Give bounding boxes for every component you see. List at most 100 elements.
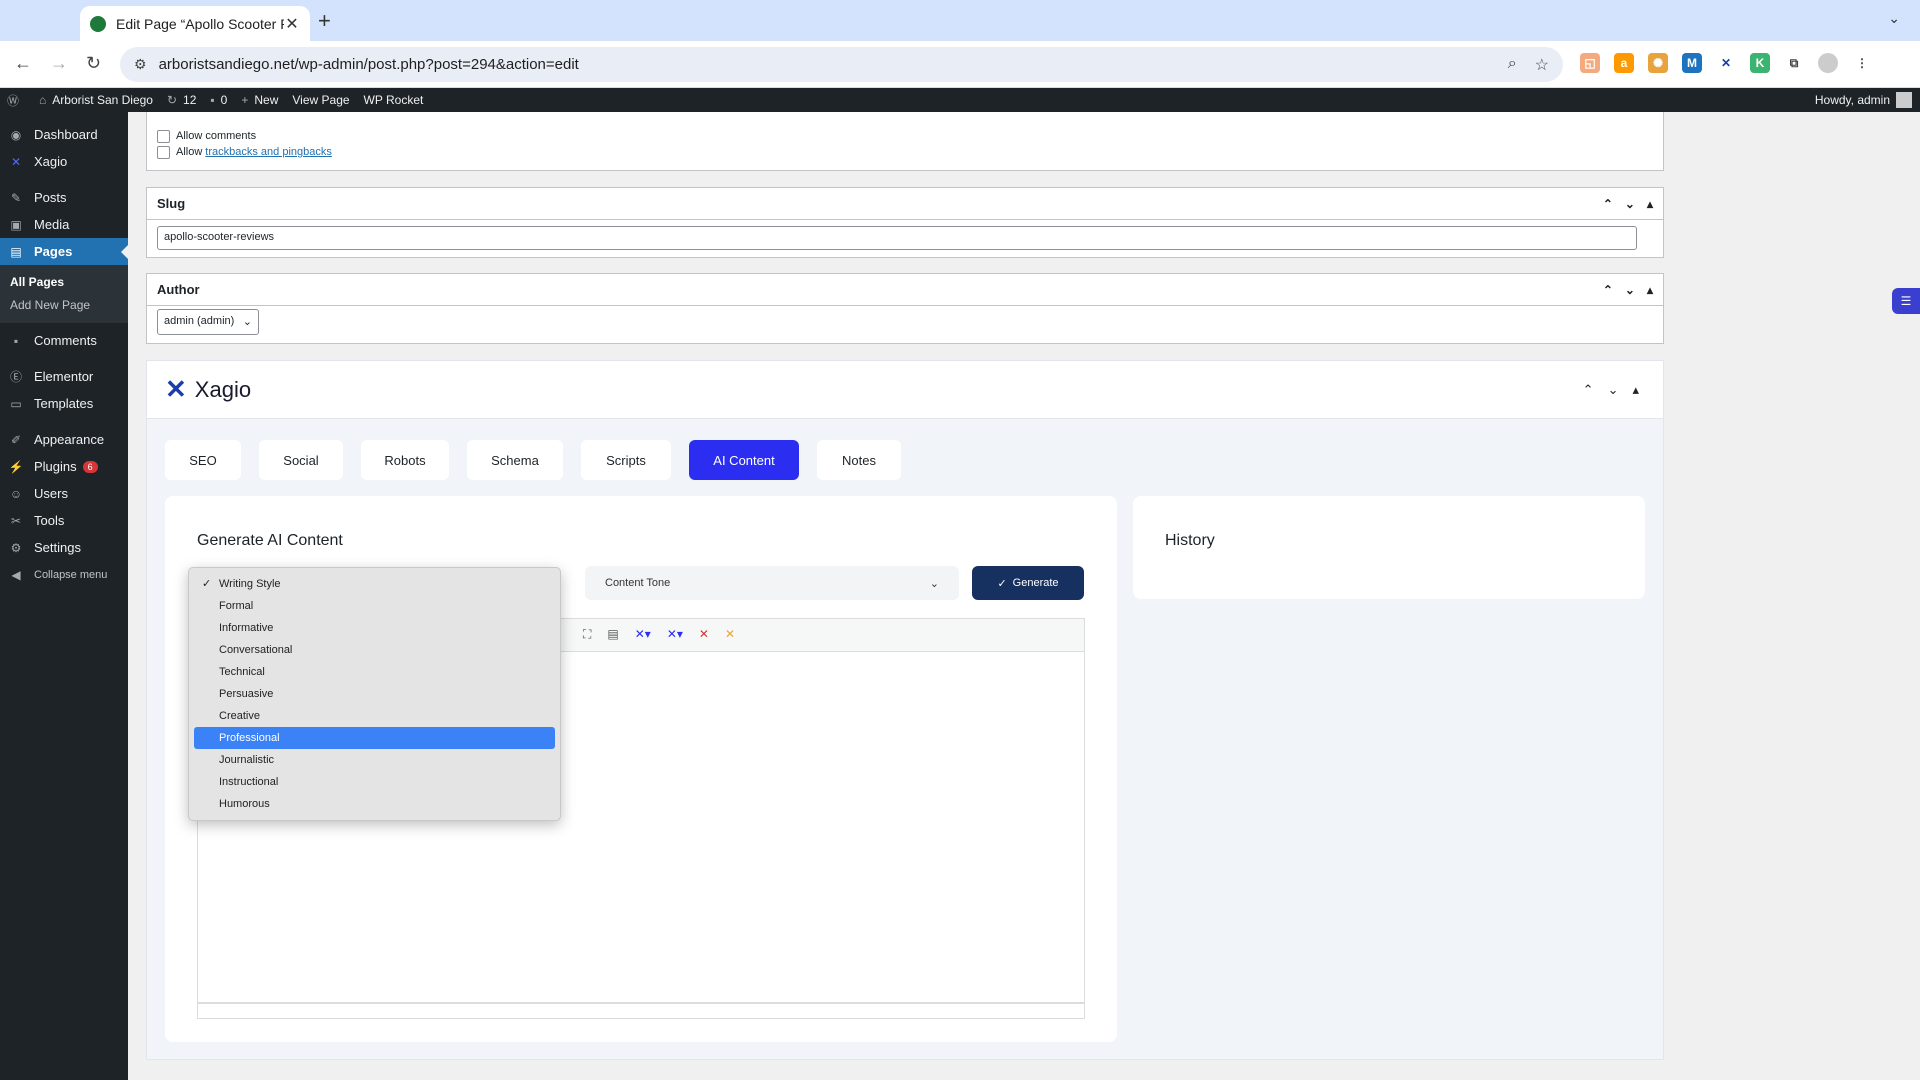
writing-style-option[interactable]: Instructional xyxy=(194,771,555,793)
chat-widget-icon[interactable]: ☰ xyxy=(1892,288,1920,314)
back-icon[interactable]: ← xyxy=(14,53,32,74)
sidebar-item-tools[interactable]: ✂ Tools xyxy=(0,507,128,534)
tab-search-chevron-icon[interactable]: ⌄ xyxy=(1888,10,1900,27)
tab-scripts[interactable]: Scripts xyxy=(581,440,671,480)
tab-social[interactable]: Social xyxy=(259,440,343,480)
extension-k-icon[interactable]: K xyxy=(1750,53,1770,73)
sidebar-item-comments[interactable]: ▪ Comments xyxy=(0,327,128,354)
admin-bar-account[interactable]: Howdy, admin xyxy=(1808,88,1920,112)
reload-icon[interactable]: ↻ xyxy=(86,53,101,74)
address-bar[interactable]: ⚙ arboristsandiego.net/wp-admin/post.php… xyxy=(120,47,1563,82)
move-up-icon[interactable]: ⌃ xyxy=(1603,197,1613,211)
move-down-icon[interactable]: ⌄ xyxy=(1608,382,1619,398)
admin-bar-updates[interactable]: ↻ 12 xyxy=(160,88,203,112)
sidebar-item-xagio[interactable]: ✕ Xagio xyxy=(0,148,128,175)
sidebar-item-users[interactable]: ☺ Users xyxy=(0,480,128,507)
toggle-panel-icon[interactable]: ▴ xyxy=(1647,283,1653,297)
generate-button[interactable]: ✓ Generate xyxy=(972,566,1084,600)
bookmark-star-icon[interactable]: ☆ xyxy=(1535,55,1549,75)
admin-bar-comments[interactable]: ▪ 0 xyxy=(203,88,234,112)
fullscreen-icon[interactable]: ⛶ xyxy=(583,627,591,642)
sidebar-item-posts[interactable]: ✎ Posts xyxy=(0,184,128,211)
writing-style-option[interactable]: Formal xyxy=(194,595,555,617)
sidebar-item-elementor[interactable]: Ⓔ Elementor xyxy=(0,363,128,390)
sidebar-item-appearance[interactable]: ✐ Appearance xyxy=(0,426,128,453)
xagio-ai-dropdown-icon[interactable]: ✕▾ xyxy=(635,627,651,642)
browser-menu-icon[interactable]: ⋮ xyxy=(1852,53,1872,73)
sidebar-item-plugins[interactable]: ⚡ Plugins 6 xyxy=(0,453,128,480)
move-up-icon[interactable]: ⌃ xyxy=(1583,382,1594,398)
sidebar-item-pages[interactable]: ▤ Pages xyxy=(0,238,128,265)
discussion-box: Allow comments Allow trackbacks and ping… xyxy=(146,112,1664,171)
sidebar-item-media[interactable]: ▣ Media xyxy=(0,211,128,238)
submenu-add-new-page[interactable]: Add New Page xyxy=(0,294,128,317)
writing-style-option[interactable]: Technical xyxy=(194,661,555,683)
extension-1-icon[interactable]: ◱ xyxy=(1580,53,1600,73)
wrench-icon: ✂ xyxy=(10,513,22,528)
move-down-icon[interactable]: ⌄ xyxy=(1625,197,1635,211)
allow-comments-row[interactable]: Allow comments xyxy=(157,128,1663,144)
new-tab-icon[interactable]: + xyxy=(318,8,331,34)
content-tone-select[interactable]: Content Tone ⌄ xyxy=(585,566,959,600)
tab-schema[interactable]: Schema xyxy=(467,440,563,480)
profile-avatar-icon[interactable] xyxy=(1818,53,1838,73)
toolbar-toggle-icon[interactable]: ▤ xyxy=(607,627,618,642)
move-down-icon[interactable]: ⌄ xyxy=(1625,283,1635,297)
slug-input[interactable]: apollo-scooter-reviews xyxy=(157,226,1637,250)
tab-ai-content[interactable]: AI Content xyxy=(689,440,799,480)
admin-bar-new[interactable]: + New xyxy=(234,88,285,112)
xagio-ai-red-icon[interactable]: ✕ xyxy=(699,627,709,642)
writing-style-option[interactable]: Journalistic xyxy=(194,749,555,771)
writing-style-option[interactable]: Humorous xyxy=(194,793,555,815)
browser-tab[interactable]: Edit Page “Apollo Scooter Re ✕ xyxy=(80,6,310,41)
toggle-panel-icon[interactable]: ▴ xyxy=(1647,197,1653,211)
editor-resize-handle[interactable] xyxy=(197,1003,1085,1019)
xagio-ai-dropdown-2-icon[interactable]: ✕▾ xyxy=(667,627,683,642)
move-up-icon[interactable]: ⌃ xyxy=(1603,283,1613,297)
site-info-icon[interactable]: ⚙ xyxy=(134,56,147,73)
updates-icon: ↻ xyxy=(166,93,178,107)
tab-seo[interactable]: SEO xyxy=(165,440,241,480)
author-select[interactable]: admin (admin) ⌄ xyxy=(157,309,259,335)
writing-style-option[interactable]: Creative xyxy=(194,705,555,727)
extensions-puzzle-icon[interactable]: ⧉ xyxy=(1784,53,1804,73)
tab-notes[interactable]: Notes xyxy=(817,440,901,480)
writing-style-option[interactable]: ✓ Writing Style xyxy=(194,573,555,595)
admin-bar-site[interactable]: ⌂ Arborist San Diego xyxy=(32,88,160,112)
history-title: History xyxy=(1165,532,1215,549)
updates-count: 12 xyxy=(183,93,197,107)
sidebar-collapse-menu[interactable]: ◀ Collapse menu xyxy=(0,561,128,588)
comment-bubble-icon: ▪ xyxy=(210,93,215,107)
allow-comments-checkbox[interactable] xyxy=(157,129,170,143)
admin-bar-view-page[interactable]: View Page xyxy=(285,88,356,112)
extension-xagio-icon[interactable]: ✕ xyxy=(1716,53,1736,73)
extension-amazon-icon[interactable]: a xyxy=(1614,53,1634,73)
plugins-update-badge: 6 xyxy=(82,460,98,473)
writing-style-option[interactable]: Informative xyxy=(194,617,555,639)
writing-style-option-highlighted[interactable]: Professional xyxy=(194,727,555,749)
sidebar-item-settings[interactable]: ⚙ Settings xyxy=(0,534,128,561)
toggle-panel-icon[interactable]: ▴ xyxy=(1632,382,1639,398)
zoom-icon[interactable]: ⌕ xyxy=(1508,55,1517,75)
writing-style-option[interactable]: Conversational xyxy=(194,639,555,661)
dashboard-icon: ◉ xyxy=(10,127,22,142)
sidebar-item-templates[interactable]: ▭ Templates xyxy=(0,390,128,417)
trackbacks-link[interactable]: trackbacks and pingbacks xyxy=(205,146,332,158)
forward-icon[interactable]: → xyxy=(50,53,68,74)
tab-robots[interactable]: Robots xyxy=(361,440,449,480)
admin-bar-wp-rocket[interactable]: WP Rocket xyxy=(357,88,431,112)
url-text[interactable]: arboristsandiego.net/wp-admin/post.php?p… xyxy=(159,56,1508,73)
allow-trackbacks-checkbox[interactable] xyxy=(157,145,170,159)
sidebar-item-dashboard[interactable]: ◉ Dashboard xyxy=(0,121,128,148)
allow-trackbacks-row[interactable]: Allow trackbacks and pingbacks xyxy=(157,144,1663,160)
wordpress-logo-icon[interactable]: Ⓦ xyxy=(0,88,32,112)
author-box: Author ⌃ ⌄ ▴ admin (admin) ⌄ xyxy=(146,273,1664,344)
extension-m-icon[interactable]: M xyxy=(1682,53,1702,73)
writing-style-option[interactable]: Persuasive xyxy=(194,683,555,705)
xagio-ai-orange-icon[interactable]: ✕ xyxy=(725,627,735,642)
extension-gear-icon[interactable]: ✺ xyxy=(1648,53,1668,73)
xagio-logo-icon: ✕ xyxy=(165,374,187,404)
pin-icon: ✎ xyxy=(10,190,22,205)
close-tab-icon[interactable]: ✕ xyxy=(284,14,300,34)
submenu-all-pages[interactable]: All Pages xyxy=(0,271,128,294)
